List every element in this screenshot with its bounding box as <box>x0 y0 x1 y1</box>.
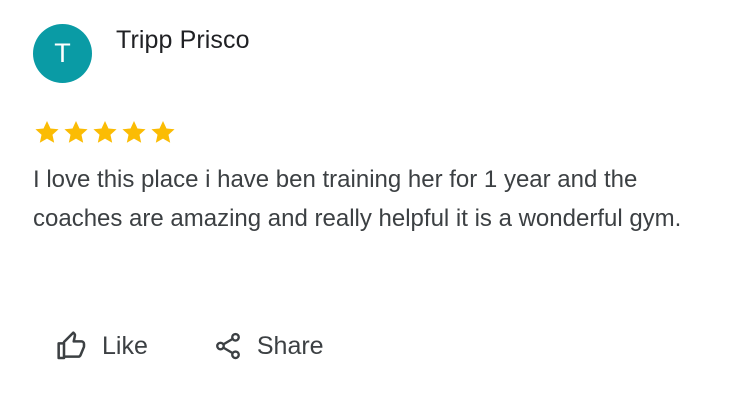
avatar-initial: T <box>54 38 71 68</box>
star-icon <box>35 121 59 143</box>
share-icon <box>215 332 240 360</box>
review-text: I love this place i have ben training he… <box>33 166 682 232</box>
star-icon <box>93 121 117 143</box>
like-label: Like <box>102 332 148 360</box>
avatar[interactable]: T <box>33 24 92 83</box>
star-icon <box>122 121 146 143</box>
reviewer-name[interactable]: Tripp Prisco <box>116 25 250 55</box>
star-rating <box>33 119 177 145</box>
share-button[interactable]: Share <box>213 326 324 366</box>
like-button[interactable]: Like <box>56 326 148 366</box>
review-card: T Tripp Prisco I love this place i have … <box>0 0 731 400</box>
star-icon <box>151 121 175 143</box>
thumbs-up-icon <box>57 331 86 360</box>
share-label: Share <box>256 332 324 360</box>
review-header: T Tripp Prisco <box>33 24 250 83</box>
review-actions: Like Share <box>56 326 324 366</box>
star-icon <box>64 121 88 143</box>
